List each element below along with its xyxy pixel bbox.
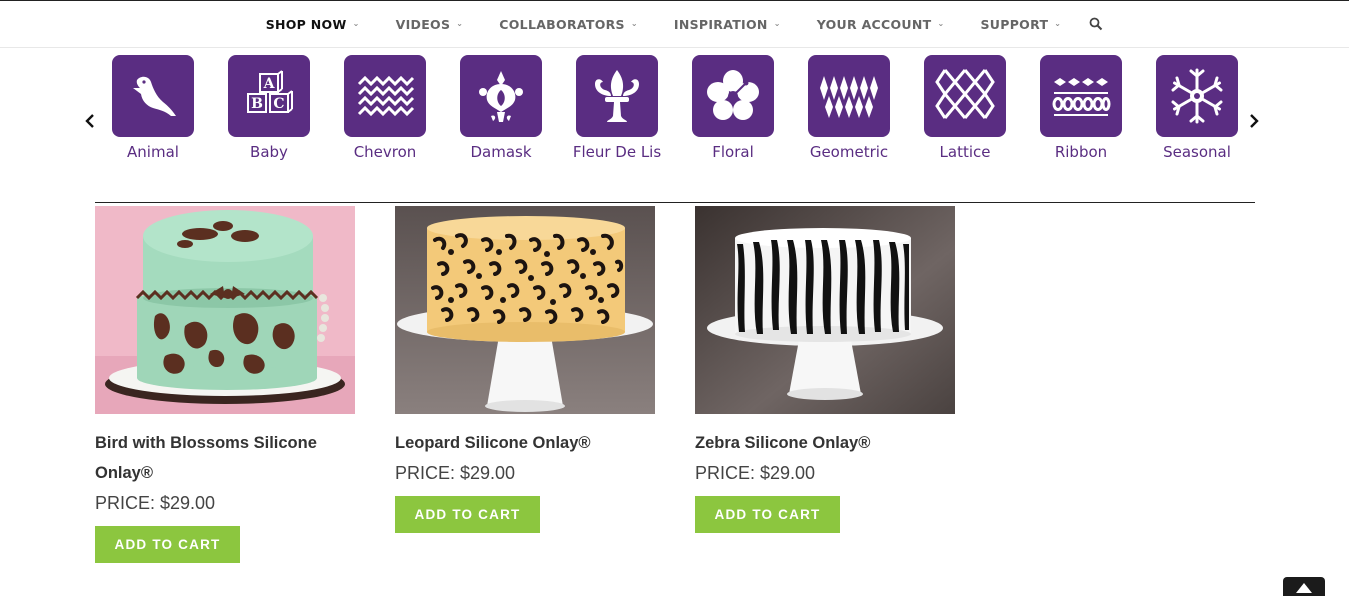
- product-card: Zebra Silicone Onlay® PRICE: $29.00 ADD …: [695, 206, 955, 533]
- category-tile: [112, 55, 194, 137]
- category-damask[interactable]: Damask: [443, 55, 559, 161]
- nav-inspiration[interactable]: INSPIRATION ⌄: [674, 17, 781, 32]
- chevron-up-icon: [1296, 583, 1312, 593]
- chevron-right-icon: [1250, 114, 1259, 128]
- category-floral[interactable]: Floral: [675, 55, 791, 161]
- add-to-cart-button[interactable]: ADD TO CART: [395, 496, 540, 533]
- damask-icon: [479, 71, 523, 122]
- search-icon[interactable]: [1089, 17, 1103, 31]
- category-chevron[interactable]: Chevron: [327, 55, 443, 161]
- category-animal[interactable]: Animal: [95, 55, 211, 161]
- category-tile: [1040, 55, 1122, 137]
- nav-videos[interactable]: VIDEOS ⌄: [396, 17, 464, 32]
- lattice-icon: [935, 69, 995, 119]
- category-lattice[interactable]: Lattice: [907, 55, 1023, 161]
- chevron-down-icon: ⌄: [1054, 18, 1062, 28]
- carousel-next-button[interactable]: [1244, 111, 1264, 131]
- category-tile: [692, 55, 774, 137]
- snowflake-icon: [1171, 68, 1223, 124]
- category-tile: [344, 55, 426, 137]
- product-price: PRICE: $29.00: [395, 463, 516, 483]
- category-label: Fleur De Lis: [572, 143, 662, 161]
- category-ribbon[interactable]: Ribbon: [1023, 55, 1139, 161]
- product-card: Bird with Blossoms Silicone Onlay® PRICE…: [95, 206, 355, 563]
- product-image-bird-blossoms-cake[interactable]: [95, 206, 355, 414]
- hibiscus-icon: [707, 70, 759, 120]
- svg-text:A: A: [263, 76, 276, 92]
- category-label: Seasonal: [1163, 143, 1231, 161]
- nav-label: SHOP NOW: [265, 16, 347, 32]
- diamonds-icon: [820, 76, 878, 118]
- category-carousel: Animal ABC Baby Chevron Damask Fleur De …: [80, 55, 1270, 167]
- category-tile: [808, 55, 890, 137]
- bird-icon: [133, 76, 176, 116]
- svg-text:C: C: [273, 96, 284, 112]
- nav-label: SUPPORT: [980, 16, 1049, 32]
- chevron-down-icon: ⌄: [937, 18, 945, 28]
- category-tile: [1156, 55, 1238, 137]
- nav-your-account[interactable]: YOUR ACCOUNT ⌄: [817, 17, 945, 32]
- chevron-left-icon: [85, 114, 94, 128]
- product-image-leopard-cake[interactable]: [395, 206, 655, 414]
- nav-label: YOUR ACCOUNT: [816, 16, 932, 32]
- chevron-down-icon: ⌄: [630, 18, 638, 28]
- category-baby[interactable]: ABC Baby: [211, 55, 327, 161]
- category-tile: [460, 55, 542, 137]
- category-label: Damask: [470, 143, 532, 161]
- category-tile: ABC: [228, 55, 310, 137]
- chevron-pattern-icon: [357, 75, 415, 117]
- category-label: Animal: [127, 143, 179, 161]
- product-title[interactable]: Bird with Blossoms Silicone Onlay®: [95, 428, 355, 488]
- add-to-cart-button[interactable]: ADD TO CART: [95, 526, 240, 563]
- abc-blocks-icon: AB C: [247, 70, 293, 113]
- category-tile: [924, 55, 1006, 137]
- main-navigation: SHOP NOW ⌄ VIDEOS ⌄ COLLABORATORS ⌄ INSP…: [0, 0, 1349, 48]
- nav-collaborators[interactable]: COLLABORATORS ⌄: [499, 17, 638, 32]
- product-card: Leopard Silicone Onlay® PRICE: $29.00 AD…: [395, 206, 655, 533]
- nav-support[interactable]: SUPPORT ⌄: [980, 17, 1061, 32]
- chevron-down-icon: ⌄: [773, 18, 781, 28]
- product-image-zebra-cake[interactable]: [695, 206, 955, 414]
- category-label: Geometric: [809, 143, 889, 161]
- nav-label: COLLABORATORS: [499, 16, 625, 32]
- category-seasonal[interactable]: Seasonal: [1139, 55, 1255, 161]
- chevron-down-icon: ⌄: [352, 18, 360, 28]
- nav-shop-now[interactable]: SHOP NOW ⌄: [266, 17, 360, 32]
- svg-text:B: B: [251, 96, 263, 112]
- nav-label: VIDEOS: [395, 16, 451, 32]
- category-label: Chevron: [353, 143, 417, 161]
- product-title[interactable]: Zebra Silicone Onlay®: [695, 428, 955, 458]
- category-fleur-de-lis[interactable]: Fleur De Lis: [559, 55, 675, 161]
- product-title[interactable]: Leopard Silicone Onlay®: [395, 428, 655, 458]
- scroll-to-top-button[interactable]: [1283, 577, 1325, 596]
- category-geometric[interactable]: Geometric: [791, 55, 907, 161]
- ribbon-icon: [1052, 78, 1111, 116]
- product-price: PRICE: $29.00: [95, 493, 216, 513]
- add-to-cart-button[interactable]: ADD TO CART: [695, 496, 840, 533]
- category-label: Baby: [250, 143, 288, 161]
- product-price: PRICE: $29.00: [695, 463, 816, 483]
- category-label: Floral: [712, 143, 754, 161]
- chevron-down-icon: ⌄: [456, 18, 464, 28]
- nav-label: INSPIRATION: [673, 16, 768, 32]
- category-tile: [576, 55, 658, 137]
- category-label: Ribbon: [1054, 143, 1108, 161]
- fleur-de-lis-icon: [595, 70, 639, 122]
- section-divider: [95, 202, 1255, 203]
- category-label: Lattice: [939, 143, 991, 161]
